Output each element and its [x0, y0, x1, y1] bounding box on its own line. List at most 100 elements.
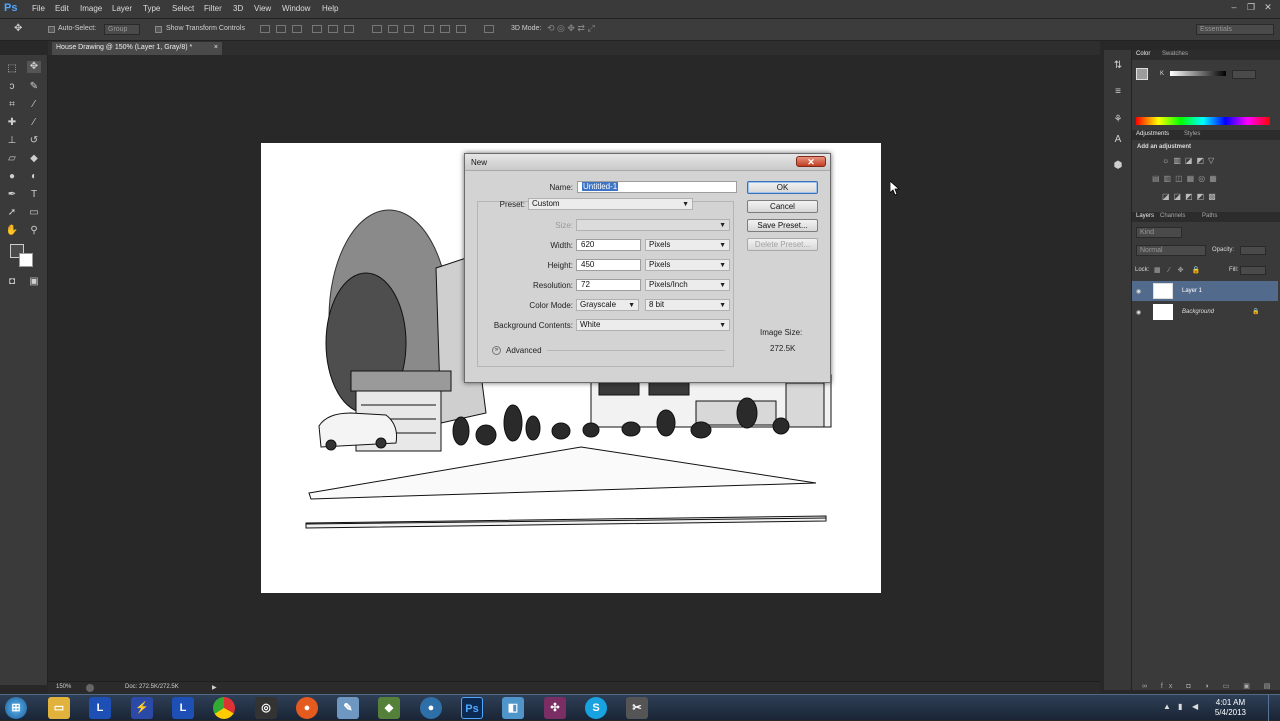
layer-name[interactable]: Background: [1182, 309, 1214, 315]
brush-tool-icon[interactable]: ⁄: [27, 117, 41, 129]
align-right-icon[interactable]: [344, 25, 354, 33]
width-unit-dropdown[interactable]: Pixels ▼: [645, 239, 730, 251]
menu-file[interactable]: File: [32, 4, 45, 13]
visibility-eye-icon[interactable]: ◉: [1136, 309, 1141, 316]
adjustment-icons-row-1[interactable]: ☼▥◪◩▽: [1162, 156, 1218, 165]
align-top-icon[interactable]: [260, 25, 270, 33]
origin-icon[interactable]: ●: [296, 697, 318, 719]
menu-select[interactable]: Select: [172, 4, 194, 13]
properties-panel-icon[interactable]: ≡: [1111, 86, 1125, 98]
pen-tool-icon[interactable]: ✒: [5, 189, 19, 201]
menu-edit[interactable]: Edit: [55, 4, 69, 13]
app-l2-icon[interactable]: L: [172, 697, 194, 719]
path-selection-icon[interactable]: ➚: [5, 207, 19, 219]
status-menu-arrow-icon[interactable]: ▶: [212, 684, 217, 691]
crop-tool-icon[interactable]: ⌗: [5, 99, 19, 111]
close-tab-icon[interactable]: ×: [214, 44, 218, 51]
resolution-input[interactable]: 72: [576, 279, 641, 291]
dodge-tool-icon[interactable]: ◐: [27, 171, 41, 183]
taskbar-clock[interactable]: 4:01 AM 5/4/2013: [1215, 698, 1246, 718]
bit-depth-dropdown[interactable]: 8 bit ▼: [645, 299, 730, 311]
app-tool-icon[interactable]: ✂: [626, 697, 648, 719]
tray-volume-icon[interactable]: ◀: [1192, 703, 1200, 711]
auto-select-checkbox[interactable]: [48, 26, 55, 33]
color-slider[interactable]: [1170, 71, 1226, 76]
tool-app-icon[interactable]: ◆: [378, 697, 400, 719]
name-input[interactable]: Untitled-1: [577, 181, 737, 193]
tray-network-icon[interactable]: ▮: [1178, 703, 1186, 711]
distribute-top-icon[interactable]: [372, 25, 382, 33]
visibility-eye-icon[interactable]: ◉: [1136, 288, 1141, 295]
width-input[interactable]: 620: [576, 239, 641, 251]
color-fg-swatch[interactable]: [1136, 68, 1148, 80]
move-tool-icon[interactable]: ✥: [14, 23, 22, 34]
hand-tool-icon[interactable]: ✋: [5, 225, 19, 237]
height-input[interactable]: 450: [576, 259, 641, 271]
lightning-app-icon[interactable]: ⚡: [131, 697, 153, 719]
quick-mask-icon[interactable]: ◘: [5, 276, 19, 288]
tab-color[interactable]: Color: [1136, 51, 1150, 57]
menu-layer[interactable]: Layer: [112, 4, 132, 13]
brush-panel-icon[interactable]: ⚘: [1111, 114, 1125, 126]
menu-image[interactable]: Image: [80, 4, 102, 13]
tab-swatches[interactable]: Swatches: [1162, 51, 1188, 57]
type-tool-icon[interactable]: T: [27, 189, 41, 201]
blend-mode-dropdown[interactable]: Normal: [1136, 245, 1206, 256]
layer-row[interactable]: ◉ Background 🔒: [1132, 302, 1278, 322]
quick-selection-icon[interactable]: ✎: [27, 81, 41, 93]
menu-window[interactable]: Window: [282, 4, 310, 13]
ok-button[interactable]: OK: [747, 181, 818, 194]
character-panel-icon[interactable]: A: [1111, 134, 1125, 146]
distribute-bottom-icon[interactable]: [404, 25, 414, 33]
lock-icons[interactable]: ▦ ⁄ ✥ 🔒: [1154, 266, 1203, 274]
menu-type[interactable]: Type: [143, 4, 160, 13]
auto-select-dropdown[interactable]: Group: [104, 24, 140, 35]
opacity-input[interactable]: [1240, 246, 1266, 255]
status-icon[interactable]: [86, 684, 94, 692]
align-left-icon[interactable]: [312, 25, 322, 33]
menu-view[interactable]: View: [254, 4, 271, 13]
zoom-tool-icon[interactable]: ⚲: [27, 225, 41, 237]
fill-input[interactable]: [1240, 266, 1266, 275]
layer-filter-kind[interactable]: Kind: [1136, 227, 1182, 238]
distribute-left-icon[interactable]: [424, 25, 434, 33]
photoshop-taskbar-icon[interactable]: Ps: [461, 697, 483, 719]
3d-mode-icons[interactable]: ⟲ ◎ ✥ ⇄ ⤢: [547, 23, 595, 34]
cancel-button[interactable]: Cancel: [747, 200, 818, 213]
app-cube-icon[interactable]: ◧: [502, 697, 524, 719]
healing-brush-icon[interactable]: ✚: [5, 117, 19, 129]
chrome-icon[interactable]: [213, 697, 235, 719]
resolution-unit-dropdown[interactable]: Pixels/Inch ▼: [645, 279, 730, 291]
advanced-toggle-icon[interactable]: »: [492, 346, 501, 355]
screen-mode-icon[interactable]: ▣: [27, 276, 41, 288]
layer-row[interactable]: ◉ Layer 1: [1132, 281, 1278, 301]
clone-stamp-icon[interactable]: ⊥: [5, 135, 19, 147]
tab-layers[interactable]: Layers: [1136, 213, 1154, 219]
blur-tool-icon[interactable]: ●: [5, 171, 19, 183]
history-panel-icon[interactable]: ⇅: [1111, 60, 1125, 72]
tab-styles[interactable]: Styles: [1184, 131, 1200, 137]
app-l1-icon[interactable]: L: [89, 697, 111, 719]
steam-icon[interactable]: ◎: [255, 697, 277, 719]
align-hcenter-icon[interactable]: [328, 25, 338, 33]
show-desktop-button[interactable]: [1268, 695, 1280, 721]
eyedropper-icon[interactable]: ⁄: [27, 99, 41, 111]
distribute-hcenter-icon[interactable]: [440, 25, 450, 33]
color-spectrum[interactable]: [1136, 117, 1270, 125]
restore-icon[interactable]: ❐: [1245, 2, 1257, 12]
shape-tool-icon[interactable]: ▭: [27, 207, 41, 219]
skype-icon[interactable]: S: [585, 697, 607, 719]
background-contents-dropdown[interactable]: White ▼: [576, 319, 730, 331]
menu-filter[interactable]: Filter: [204, 4, 222, 13]
zoom-level[interactable]: 150%: [56, 684, 71, 690]
windows-start-icon[interactable]: ⊞: [5, 697, 27, 719]
move-tool-icon[interactable]: ✥: [27, 61, 41, 73]
minimize-icon[interactable]: –: [1228, 2, 1240, 12]
document-tab[interactable]: House Drawing @ 150% (Layer 1, Gray/8) *…: [52, 42, 222, 55]
eraser-tool-icon[interactable]: ▱: [5, 153, 19, 165]
color-mode-dropdown[interactable]: Grayscale ▼: [576, 299, 639, 311]
3d-panel-icon[interactable]: ⬢: [1111, 160, 1125, 172]
menu-3d[interactable]: 3D: [233, 4, 243, 13]
background-color-swatch[interactable]: [19, 253, 33, 267]
drawing-app-icon[interactable]: ✎: [337, 697, 359, 719]
